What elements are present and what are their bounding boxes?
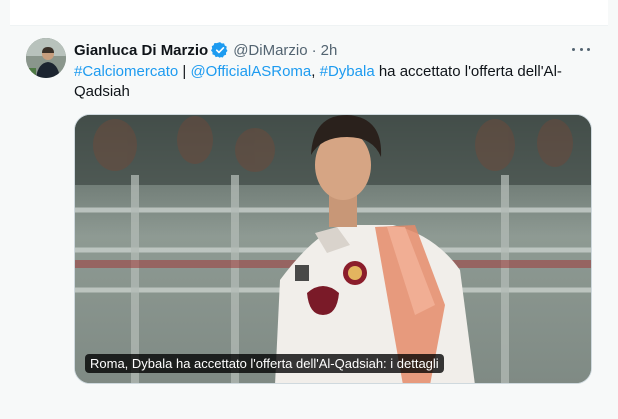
hashtag-calciomercato[interactable]: #Calciomercato bbox=[74, 63, 178, 80]
text-pipe: | bbox=[178, 63, 191, 80]
player-photo bbox=[75, 115, 591, 383]
timestamp[interactable]: 2h bbox=[321, 42, 338, 59]
previous-tweet-edge bbox=[10, 0, 608, 26]
tweet-media-card[interactable]: Roma, Dybala ha accettato l'offerta dell… bbox=[74, 114, 592, 384]
text-comma: , bbox=[311, 63, 320, 80]
avatar[interactable] bbox=[26, 38, 66, 78]
tweet-text: #Calciomercato | @OfficialASRoma, #Dybal… bbox=[74, 62, 594, 102]
author-handle[interactable]: @DiMarzio bbox=[233, 42, 307, 59]
hashtag-dybala[interactable]: #Dybala bbox=[320, 63, 375, 80]
verified-badge-icon bbox=[211, 42, 228, 58]
separator-dot: · bbox=[311, 41, 317, 59]
media-caption: Roma, Dybala ha accettato l'offerta dell… bbox=[85, 354, 444, 373]
tweet-card[interactable]: Gianluca Di Marzio @DiMarzio · 2h #Calci… bbox=[10, 26, 608, 419]
author-name[interactable]: Gianluca Di Marzio bbox=[74, 42, 208, 59]
tweet-header: Gianluca Di Marzio @DiMarzio · 2h bbox=[74, 40, 337, 60]
mention-officialasroma[interactable]: @OfficialASRoma bbox=[190, 63, 311, 80]
more-options-icon[interactable] bbox=[572, 42, 590, 56]
